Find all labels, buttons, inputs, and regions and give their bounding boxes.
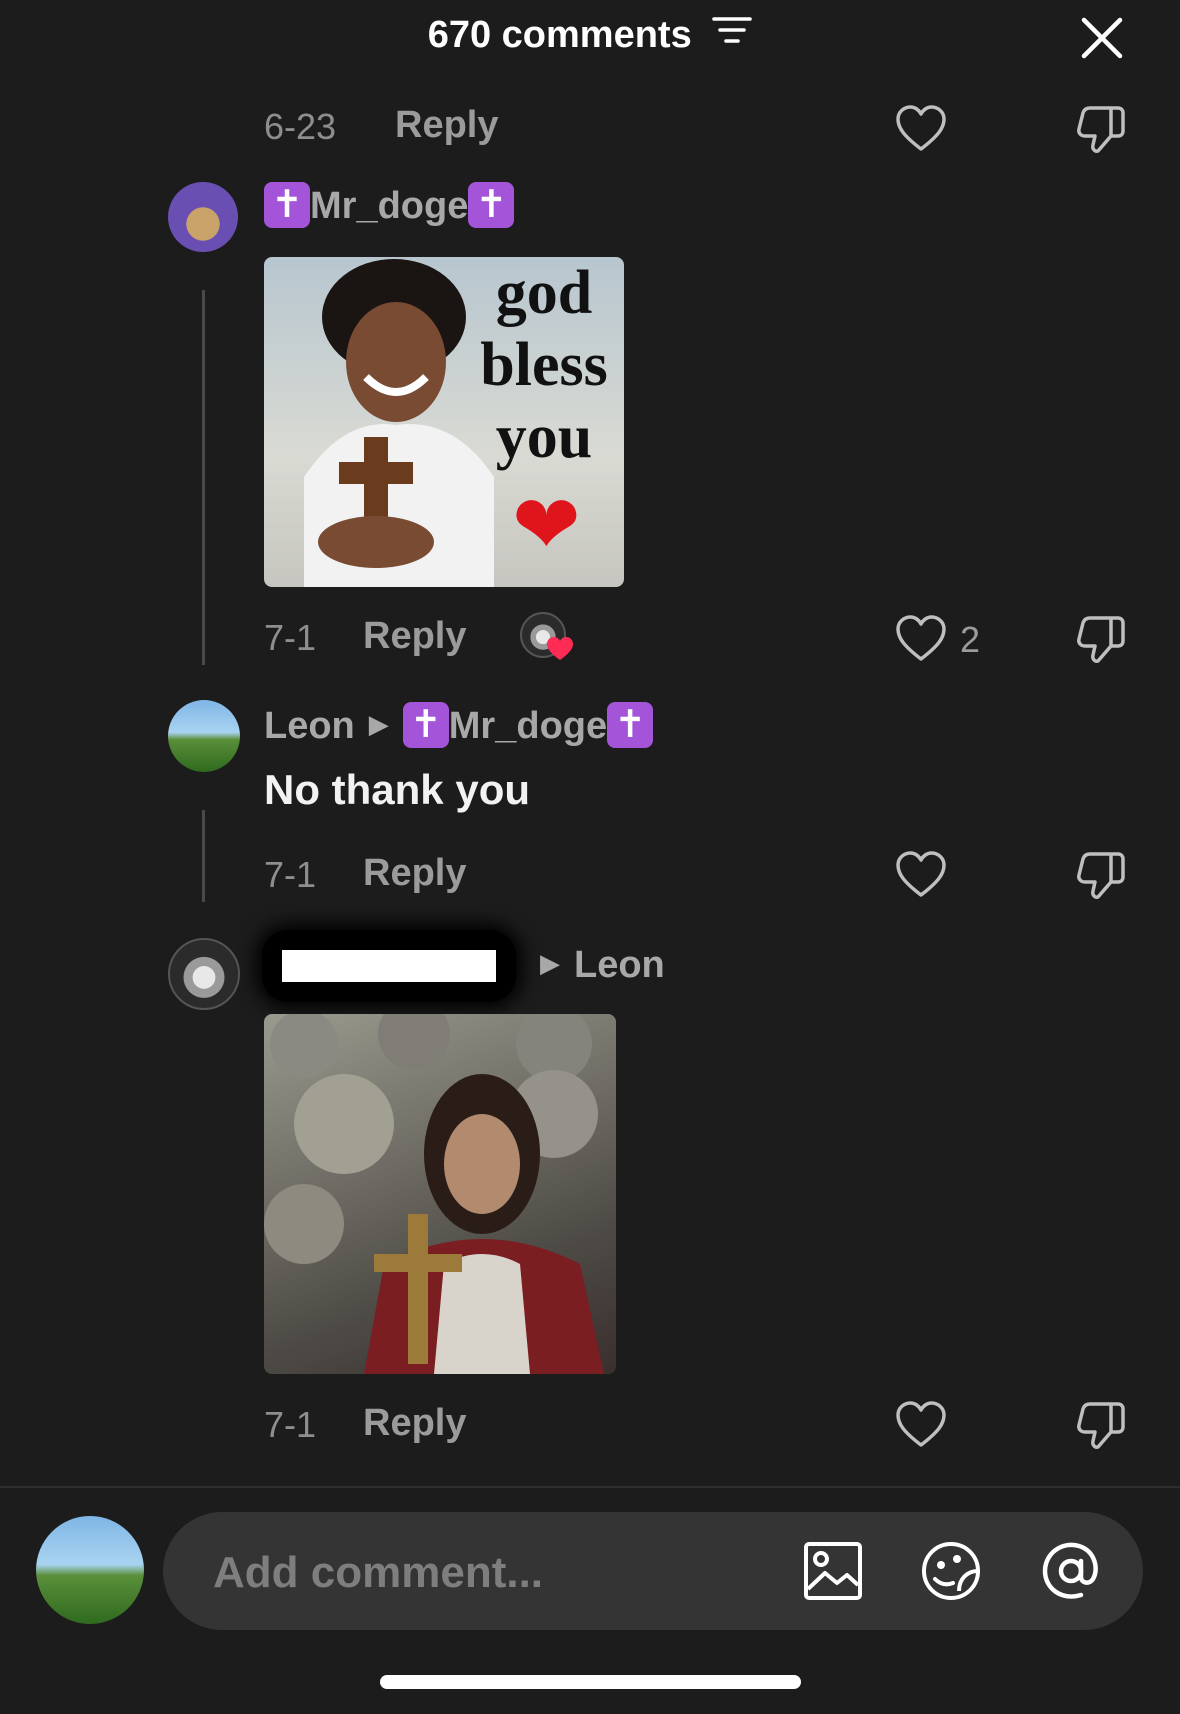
reply-button[interactable]: Reply — [363, 1402, 466, 1445]
thumbs-down-icon[interactable] — [1074, 102, 1128, 156]
comment-username[interactable]: ✝ Mr_doge ✝ — [264, 181, 515, 228]
reply-arrow-icon: ▶ — [540, 948, 560, 979]
composer-divider — [0, 1486, 1180, 1488]
red-heart-icon: ❤ — [512, 480, 581, 571]
comment-date: 7-1 — [264, 617, 317, 658]
heart-icon[interactable] — [894, 102, 948, 156]
comment-text: No thank you — [264, 766, 531, 813]
heart-icon[interactable] — [894, 848, 948, 902]
thumbs-down-icon[interactable] — [1074, 1398, 1128, 1452]
thread-line — [202, 810, 205, 902]
comment-username[interactable]: Leon ▶ ✝ Mr_doge ✝ — [264, 701, 654, 748]
meme-caption-line: bless — [480, 331, 608, 399]
redaction-box — [282, 950, 496, 982]
comment-date: 6-23 — [264, 106, 337, 147]
mention-icon[interactable] — [1039, 1539, 1103, 1603]
reply-button[interactable]: Reply — [363, 852, 466, 895]
small-heart-icon — [547, 637, 573, 660]
sticker-icon[interactable] — [919, 1539, 983, 1603]
latin-cross-emoji-icon: ✝ — [607, 701, 654, 748]
comment-count: 670 comments — [427, 14, 692, 56]
avatar[interactable] — [168, 182, 238, 252]
comments-header: 670 comments — [0, 0, 1180, 80]
thumbs-down-icon[interactable] — [1074, 848, 1128, 902]
heart-icon[interactable] — [894, 612, 948, 666]
latin-cross-emoji-icon: ✝ — [264, 181, 310, 228]
add-comment-input[interactable]: Add comment... — [163, 1512, 1143, 1630]
thumbs-down-icon[interactable] — [1074, 612, 1128, 666]
reply-arrow-icon: ▶ — [368, 709, 389, 740]
meme-caption-line: you — [495, 403, 593, 471]
reply-button[interactable]: Reply — [395, 104, 498, 147]
heart-icon[interactable] — [894, 1398, 948, 1452]
like-count: 2 — [960, 619, 981, 660]
redacted-username — [262, 930, 516, 1002]
avatar[interactable] — [168, 938, 240, 1010]
comments-title: 670 comments — [0, 14, 1180, 57]
meme-caption-line: god — [495, 259, 593, 327]
reply-to-username: Leon — [574, 944, 665, 986]
username-text: Leon — [264, 705, 355, 747]
home-indicator[interactable] — [380, 1675, 801, 1689]
latin-cross-emoji-icon: ✝ — [468, 181, 515, 228]
avatar[interactable] — [168, 700, 240, 772]
creator-liked-badge — [520, 612, 574, 666]
reply-to-username: Mr_doge — [448, 705, 608, 747]
comment-date: 7-1 — [264, 854, 317, 895]
illustrated-crowd-icon — [264, 1014, 604, 1374]
thread-line — [202, 290, 205, 665]
current-user-avatar — [36, 1516, 144, 1624]
reply-button[interactable]: Reply — [363, 615, 466, 658]
comment-date: 7-1 — [264, 1404, 317, 1445]
reply-to-label[interactable]: ▶ Leon — [540, 944, 665, 987]
jesus-with-cross-meme-image[interactable] — [264, 1014, 616, 1374]
image-icon[interactable] — [801, 1539, 865, 1603]
meme-caption: god bless you — [464, 257, 624, 473]
comment-placeholder: Add comment... — [213, 1548, 544, 1597]
filter-sort-icon[interactable] — [712, 12, 753, 55]
username-text: Mr_doge — [310, 185, 469, 227]
close-icon[interactable] — [1078, 14, 1126, 62]
latin-cross-emoji-icon: ✝ — [402, 701, 449, 748]
god-bless-you-meme-image[interactable]: god bless you ❤ — [264, 257, 624, 587]
comments-sheet: 670 comments 6-23 Reply ✝ Mr_doge ✝ god … — [0, 0, 1180, 1714]
